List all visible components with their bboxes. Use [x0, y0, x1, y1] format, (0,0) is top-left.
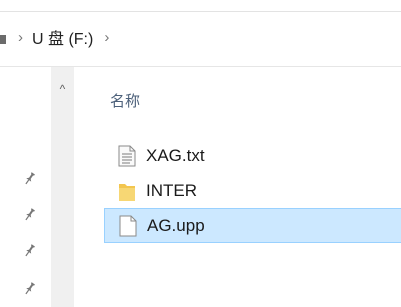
window-top-edge: [0, 0, 401, 12]
pin-icon[interactable]: [18, 205, 39, 227]
folder-icon: [118, 180, 136, 202]
breadcrumb-item-drive-f[interactable]: U 盘 (F:): [32, 25, 93, 49]
pin-icon[interactable]: [18, 279, 39, 301]
file-name: XAG.txt: [146, 145, 205, 165]
navigation-pane: ^: [0, 67, 84, 307]
breadcrumb: › U 盘 (F:) ›: [0, 24, 118, 50]
text-file-icon: [118, 145, 136, 167]
file-row-ag-upp[interactable]: AG.upp: [104, 208, 401, 243]
file-row-inter[interactable]: INTER: [104, 173, 401, 208]
pin-icon[interactable]: [18, 169, 39, 191]
blank-file-icon: [119, 215, 137, 237]
file-name: INTER: [146, 180, 197, 200]
nav-pane-scrollbar[interactable]: ^: [51, 67, 74, 307]
breadcrumb-separator-icon[interactable]: ›: [18, 29, 23, 46]
file-row-xag-txt[interactable]: XAG.txt: [104, 138, 401, 173]
scroll-up-arrow-icon[interactable]: ^: [51, 81, 74, 97]
file-list: XAG.txt INTER AG.upp: [104, 138, 401, 243]
breadcrumb-chevron-icon[interactable]: ›: [104, 29, 109, 46]
file-name: AG.upp: [147, 215, 205, 235]
column-header-name[interactable]: 名称: [110, 90, 140, 111]
drive-icon: [0, 34, 6, 44]
pin-icon[interactable]: [18, 241, 39, 263]
